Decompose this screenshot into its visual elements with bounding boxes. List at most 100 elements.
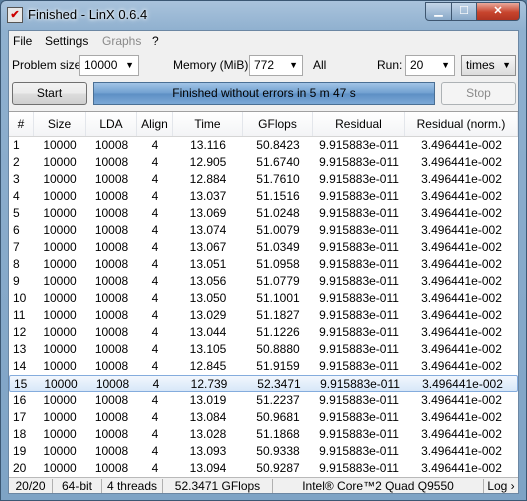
cell-time: 13.094 [189,461,227,475]
problem-size-select[interactable]: 10000 ▼ [79,55,139,76]
table-row[interactable]: 14 10000 10008 4 12.845 51.9159 9.915883e-011 3… [9,358,518,375]
cell-gflops: 50.8423 [256,138,300,152]
table-row[interactable]: 7 10000 10008 4 13.067 51.0349 9.915883e-011 3.… [9,239,518,256]
title-bar[interactable]: ✔ Finished - LinX 0.6.4 ▁ ☐ ✕ [1,1,526,29]
cell-size: 10000 [43,291,77,305]
close-button[interactable]: ✕ [476,2,520,21]
table-row[interactable]: 15 10000 10008 4 12.739 52.3471 9.915883e-011 3… [9,375,518,392]
table-row[interactable]: 1 10000 10008 4 13.116 50.8423 9.915883e-011 3.… [9,137,518,154]
app-icon: ✔ [7,7,23,23]
run-label: Run: [377,58,403,72]
cell-residual: 9.915883e-011 [319,291,399,305]
cell-residual: 9.915883e-011 [319,240,399,254]
cell-align: 4 [151,308,159,322]
cell-residual: 9.915883e-011 [319,359,399,373]
cell-lda: 10008 [94,223,129,237]
column-header-residual[interactable]: Residual [313,112,405,136]
table-row[interactable]: 10 10000 10008 4 13.050 51.1001 9.915883e-011 3… [9,290,518,307]
column-header-align[interactable]: Align [137,112,173,136]
memory-select[interactable]: 772 ▼ [249,55,303,76]
table-row[interactable]: 9 10000 10008 4 13.056 51.0779 9.915883e-011 3.… [9,273,518,290]
cell-residual-norm: 3.496441e-002 [421,206,502,220]
maximize-button[interactable]: ☐ [451,2,477,21]
table-row[interactable]: 18 10000 10008 4 13.028 51.1868 9.915883e-011 3… [9,426,518,443]
table-row[interactable]: 11 10000 10008 4 13.029 51.1827 9.915883e-011 3… [9,307,518,324]
log-button[interactable]: Log › [484,479,518,493]
cell-align: 4 [151,189,159,203]
problem-size-label: Problem size: [12,58,85,72]
cell-residual: 9.915883e-011 [319,223,399,237]
cell-time: 13.069 [189,206,227,220]
cell-index: 14 [13,359,27,373]
menu-settings[interactable]: Settings [45,34,88,48]
cell-index: 15 [14,377,28,391]
cell-residual-norm: 3.496441e-002 [421,274,502,288]
cell-align: 4 [151,223,159,237]
cell-time: 13.019 [189,393,227,407]
chevron-down-icon: ▼ [502,60,511,70]
status-peak: 52.3471 GFlops peak [163,479,273,493]
column-header-lda[interactable]: LDA [86,112,137,136]
memory-value: 772 [254,58,275,72]
results-table[interactable]: # Size LDA Align Time GFlops Residual Re… [9,111,518,477]
column-header-size[interactable]: Size [34,112,86,136]
table-row[interactable]: 17 10000 10008 4 13.084 50.9681 9.915883e-011 3… [9,409,518,426]
table-row[interactable]: 12 10000 10008 4 13.044 51.1226 9.915883e-011 3… [9,324,518,341]
cell-align: 4 [151,427,159,441]
table-row[interactable]: 20 10000 10008 4 13.094 50.9287 9.915883e-011 3… [9,460,518,477]
minimize-button[interactable]: ▁ [425,2,452,21]
cell-size: 10000 [43,172,77,186]
cell-index: 4 [13,189,20,203]
cell-align: 4 [151,206,159,220]
menu-file[interactable]: File [13,34,32,48]
cell-residual-norm: 3.496441e-002 [421,393,502,407]
cell-index: 12 [13,325,27,339]
memory-label: Memory (MiB): [173,58,252,72]
cell-residual-norm: 3.496441e-002 [421,291,502,305]
table-row[interactable]: 6 10000 10008 4 13.074 51.0079 9.915883e-011 3.… [9,222,518,239]
table-row[interactable]: 4 10000 10008 4 13.037 51.1516 9.915883e-011 3.… [9,188,518,205]
run-count-select[interactable]: 20 ▼ [405,55,455,76]
table-row[interactable]: 16 10000 10008 4 13.019 51.2237 9.915883e-011 3… [9,392,518,409]
column-header-time[interactable]: Time [173,112,243,136]
table-row[interactable]: 5 10000 10008 4 13.069 51.0248 9.915883e-011 3.… [9,205,518,222]
column-header-index[interactable]: # [9,112,34,136]
cell-size: 10000 [43,393,77,407]
table-row[interactable]: 2 10000 10008 4 12.905 51.6740 9.915883e-011 3.… [9,154,518,171]
cell-gflops: 50.9681 [256,410,300,424]
run-unit-select[interactable]: times ▼ [461,55,516,76]
cell-time: 13.037 [189,189,227,203]
menu-help[interactable]: ? [152,34,159,48]
cell-gflops: 50.8880 [256,342,300,356]
table-row[interactable]: 13 10000 10008 4 13.105 50.8880 9.915883e-011 3… [9,341,518,358]
table-row[interactable]: 3 10000 10008 4 12.884 51.7610 9.915883e-011 3.… [9,171,518,188]
status-cpu: Intel® Core™2 Quad Q9550 [273,479,484,493]
cell-index: 2 [13,155,20,169]
table-row[interactable]: 8 10000 10008 4 13.051 51.0958 9.915883e-011 3.… [9,256,518,273]
cell-gflops: 51.1516 [256,189,300,203]
start-button[interactable]: Start [12,82,87,105]
cell-residual-norm: 3.496441e-002 [421,155,502,169]
cell-gflops: 51.0349 [256,240,300,254]
run-count-value: 20 [410,58,424,72]
cell-time: 13.051 [189,257,227,271]
cell-align: 4 [151,444,159,458]
table-row[interactable]: 19 10000 10008 4 13.093 50.9338 9.915883e-011 3… [9,443,518,460]
maximize-icon: ☐ [459,5,469,17]
cell-size: 10000 [43,155,77,169]
cell-gflops: 51.6740 [256,155,300,169]
column-header-residual-norm[interactable]: Residual (norm.) [405,112,518,136]
cell-gflops: 51.1868 [256,427,300,441]
status-progress: 20/20 [9,479,53,493]
cell-time: 12.884 [189,172,227,186]
column-header-gflops[interactable]: GFlops [243,112,313,136]
cell-residual-norm: 3.496441e-002 [421,410,502,424]
cell-size: 10000 [43,359,77,373]
menu-graphs[interactable]: Graphs [102,34,141,48]
all-checkbox-label[interactable]: All [313,58,326,72]
cell-residual-norm: 3.496441e-002 [421,342,502,356]
stop-button[interactable]: Stop [441,82,516,105]
cell-residual-norm: 3.496441e-002 [421,240,502,254]
cell-align: 4 [151,138,159,152]
cell-size: 10000 [43,342,77,356]
